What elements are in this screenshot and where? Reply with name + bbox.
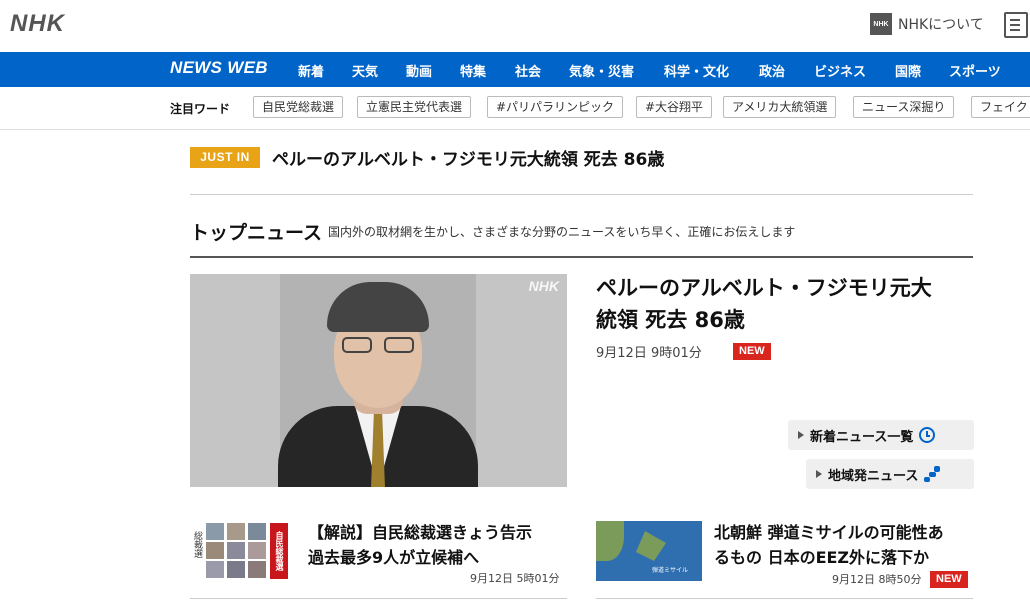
nav-item-society[interactable]: 社会 (515, 61, 541, 80)
divider (190, 598, 567, 599)
region-icon-part (924, 477, 931, 482)
keyword-tag[interactable]: #パリパラリンピック (487, 96, 624, 118)
headline-line1: 【解説】自民総裁選きょう告示 (308, 523, 533, 542)
main-article-photo[interactable]: NHK (190, 274, 567, 487)
main-headline-line2: 統領 死去 86歳 (596, 308, 745, 332)
just-in-headline[interactable]: ペルーのアルベルト・フジモリ元大統領 死去 86歳 (272, 145, 664, 170)
menu-icon[interactable] (1004, 12, 1028, 38)
arrow-right-icon (798, 431, 804, 439)
nav-item-feature[interactable]: 特集 (460, 61, 486, 80)
nav-item-science[interactable]: 科学・文化 (664, 61, 729, 80)
nav-item-international[interactable]: 国際 (895, 61, 921, 80)
portrait (248, 523, 266, 540)
nav-item-business[interactable]: ビジネス (814, 61, 866, 80)
main-article-time: 9月12日 9時01分 (596, 346, 702, 361)
keyword-tag[interactable]: フェイク (971, 96, 1030, 118)
divider (596, 598, 973, 599)
article-time: 9月12日 8時50分 (832, 573, 922, 586)
nav-item-sports[interactable]: スポーツ (949, 61, 1001, 80)
latest-news-list-button[interactable]: 新着ニュース一覧 (788, 420, 974, 450)
nav-item-video[interactable]: 動画 (406, 61, 432, 80)
article-headline[interactable]: 【解説】自民総裁選きょう告示 過去最多9人が立候補へ (308, 520, 578, 570)
new-badge: NEW (930, 571, 968, 588)
portrait (206, 561, 224, 578)
portrait (206, 542, 224, 559)
article-thumbnail-map[interactable]: 弾道ミサイル (596, 521, 702, 581)
portrait (227, 542, 245, 559)
nav-item-latest[interactable]: 新着 (298, 61, 324, 80)
nav-item-weather[interactable]: 天気 (352, 61, 378, 80)
headline-line2: 過去最多9人が立候補へ (308, 548, 480, 567)
main-nav: NEWS WEB 新着 天気 動画 特集 社会 気象・災害 科学・文化 政治 ビ… (0, 52, 1030, 87)
main-headline-line1: ペルーのアルベルト・フジモリ元大 (596, 276, 932, 300)
keyword-tag[interactable]: 立憲民主党代表選 (357, 96, 472, 118)
map-land (636, 531, 666, 561)
portrait (227, 523, 245, 540)
clock-icon (919, 427, 936, 443)
nhk-logo[interactable]: NHK (10, 10, 65, 38)
nav-item-politics[interactable]: 政治 (759, 61, 785, 80)
keyword-tag[interactable]: アメリカ大統領選 (723, 96, 837, 118)
thumbnail-side-text: 総裁選 (192, 531, 202, 558)
section-description: 国内外の取材網を生かし、さまざまな分野のニュースをいち早く、正確にお伝えします (328, 225, 796, 239)
article-time: 9月12日 5時01分 (470, 572, 560, 585)
article-thumbnail[interactable]: 総裁選 自民総裁選 (190, 521, 294, 581)
keyword-label: 注目ワード (170, 102, 231, 116)
map-land (596, 521, 624, 561)
thumbnail-tag: 自民総裁選 (270, 523, 288, 579)
about-nhk-link[interactable]: NHK NHKについて (870, 13, 984, 35)
news-web-brand[interactable]: NEWS WEB (170, 58, 268, 78)
new-badge: NEW (733, 343, 771, 360)
just-in-badge: JUST IN (190, 147, 260, 168)
region-icon-part (934, 466, 941, 472)
divider (190, 194, 973, 195)
article-headline[interactable]: 北朝鮮 弾道ミサイルの可能性あ るもの 日本のEEZ外に落下か (714, 520, 979, 570)
keyword-bar: 注目ワード 自民党総裁選 立憲民主党代表選 #パリパラリンピック #大谷翔平 ア… (0, 87, 1030, 130)
photo-glasses (338, 337, 418, 353)
main-article-headline[interactable]: ペルーのアルベルト・フジモリ元大 統領 死去 86歳 (596, 272, 976, 336)
portrait (248, 561, 266, 578)
latest-news-label: 新着ニュース一覧 (810, 429, 914, 445)
headline-line2: るもの 日本のEEZ外に落下か (714, 548, 930, 567)
map-label: 弾道ミサイル (652, 567, 689, 574)
nhk-icon: NHK (870, 13, 892, 35)
region-icon (924, 466, 942, 482)
divider (190, 256, 973, 258)
section-title: トップニュース (190, 222, 323, 244)
keyword-tag[interactable]: 自民党総裁選 (253, 96, 344, 118)
region-icon-part (929, 472, 937, 477)
site-header: NHK NHK NHKについて (0, 0, 1030, 52)
nhk-watermark: NHK (528, 278, 559, 294)
regional-news-button[interactable]: 地域発ニュース (806, 459, 974, 489)
nav-item-disaster[interactable]: 気象・災害 (569, 61, 634, 80)
headline-line1: 北朝鮮 弾道ミサイルの可能性あ (714, 523, 944, 542)
arrow-right-icon (816, 470, 822, 478)
about-nhk-label: NHKについて (898, 17, 984, 33)
regional-news-label: 地域発ニュース (828, 468, 919, 484)
keyword-tag[interactable]: #大谷翔平 (636, 96, 713, 118)
portrait (206, 523, 224, 540)
keyword-tag[interactable]: ニュース深掘り (853, 96, 955, 118)
portrait (227, 561, 245, 578)
portrait (248, 542, 266, 559)
